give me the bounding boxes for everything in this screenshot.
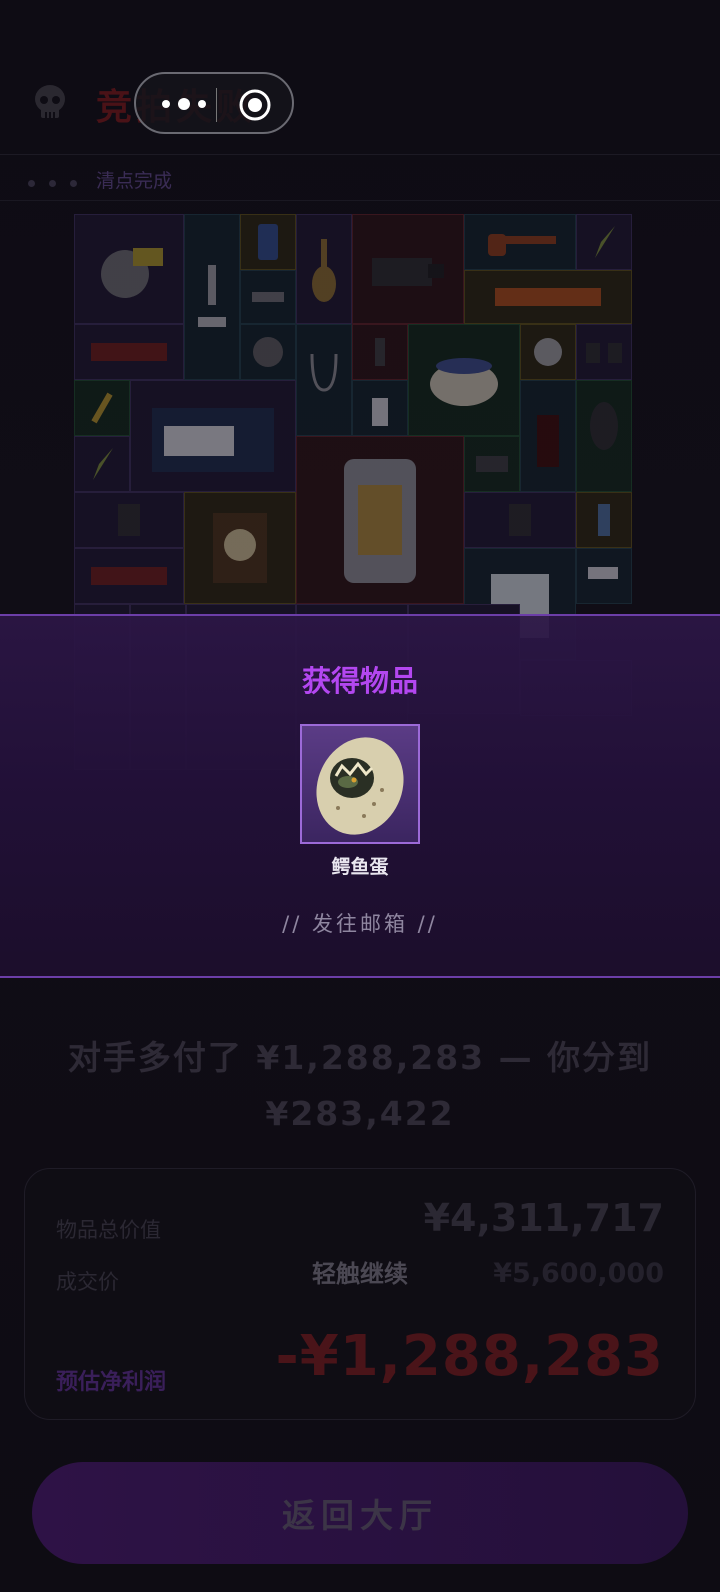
grid-cell-reactor: [296, 436, 464, 604]
result-summary: 对手多付了 ¥1,288,283 — 你分到 ¥283,422: [60, 1030, 660, 1142]
vase-icon: [312, 239, 336, 302]
capsule-separator: [216, 88, 217, 122]
circular-saw-icon: [101, 248, 163, 298]
device-icon: [252, 292, 284, 302]
status-divider: [0, 200, 720, 201]
pot-icon: [430, 358, 498, 406]
grid-cell-inhaler: [576, 492, 632, 548]
grid-cell-bottle: [352, 380, 408, 436]
reward-modal[interactable]: 获得物品 鳄鱼蛋 // 发往邮箱 //: [0, 614, 720, 978]
progress-dots: [28, 172, 91, 191]
wallet-icon: [118, 504, 140, 536]
tribal-mask-icon: [590, 402, 618, 450]
grid-cell-mask: [576, 380, 632, 492]
grid-cell-mirror: [520, 324, 576, 380]
grid-cell-phone: [240, 214, 296, 270]
grid-cell-gpu: [74, 324, 184, 380]
ink-bottle-icon: [537, 415, 559, 467]
card-icon: [476, 456, 508, 472]
grid-cell-battery: [130, 380, 296, 492]
grid-cell-gpu-2: [74, 548, 184, 604]
phone-icon: [258, 224, 278, 260]
total-value: ¥4,311,717: [423, 1196, 664, 1240]
crocodile-egg-icon: [316, 737, 404, 835]
grid-cell-ink: [520, 380, 576, 492]
grid-cell-stethoscope: [296, 324, 352, 436]
grid-cell-wallet-2: [464, 492, 576, 548]
video-camera-icon: [372, 258, 444, 286]
profit-value: -¥1,288,283: [275, 1324, 664, 1389]
reward-item-slot[interactable]: [300, 724, 420, 844]
modal-title: 获得物品: [301, 664, 418, 698]
wallet-icon: [509, 504, 531, 536]
bottle-icon: [372, 398, 388, 426]
flashlight-icon: [375, 338, 385, 366]
grid-cell-microscope: [184, 214, 240, 380]
grid-cell-flashlight: [352, 324, 408, 380]
auction-result-screen: 竞拍失败 清点完成: [0, 0, 720, 1592]
feather-icon: [595, 226, 615, 258]
clock-icon: [213, 513, 267, 583]
reward-item-name: 鳄鱼蛋: [331, 856, 389, 878]
screwdriver-icon: [91, 392, 113, 424]
skull-icon: [35, 85, 65, 118]
inhaler-icon: [598, 504, 610, 536]
profit-label: 预估净利润: [56, 1370, 167, 1395]
security-camera-icon: [588, 567, 618, 579]
graphics-card-icon: [91, 343, 167, 361]
status-text: 清点完成: [96, 170, 173, 192]
back-to-lobby-button[interactable]: 返回大厅: [32, 1462, 688, 1564]
microscope-icon: [198, 265, 226, 327]
grid-cell-card: [464, 436, 520, 492]
send-to-mailbox-link[interactable]: // 发往邮箱 //: [0, 908, 720, 938]
car-battery-icon: [152, 408, 274, 472]
grid-cell-binoculars: [576, 324, 632, 380]
grid-cell-camera: [352, 214, 464, 324]
more-options-icon[interactable]: [158, 92, 210, 116]
grid-cell-screwdriver: [74, 380, 130, 436]
header: 竞拍失败 清点完成: [0, 0, 720, 201]
summary-line-2: ¥283,422: [265, 1094, 455, 1133]
grid-cell-device: [240, 270, 296, 324]
summary-line-1: 对手多付了 ¥1,288,283 — 你分到: [67, 1038, 653, 1077]
tap-to-continue-hint[interactable]: 轻触继续: [0, 1254, 720, 1289]
grid-cell-feather: [576, 214, 632, 270]
close-target-icon[interactable]: [238, 88, 272, 122]
reactor-core-icon: [344, 459, 416, 583]
total-value-label: 物品总价值: [56, 1218, 161, 1242]
pipe-icon: [488, 234, 556, 256]
grid-cell-saw: [74, 214, 184, 324]
grid-cell-feather-2: [74, 436, 130, 492]
grid-cell-vase: [296, 214, 352, 324]
header-divider: [0, 154, 720, 155]
binoculars-icon: [586, 343, 622, 363]
graphics-card-icon: [91, 567, 167, 585]
grid-cell-wallet: [74, 492, 184, 548]
coin-icon: [253, 337, 283, 367]
feather-icon: [93, 448, 113, 480]
mini-program-capsule: [134, 72, 294, 134]
brick-icon: [495, 288, 601, 306]
grid-cell-clock: [184, 492, 296, 604]
grid-cell-cctv: [576, 548, 632, 604]
stethoscope-icon: [310, 353, 338, 392]
grid-cell-pot: [408, 324, 520, 436]
grid-cell-pipe: [464, 214, 576, 270]
grid-cell-lego: [464, 270, 632, 324]
back-to-lobby-label: 返回大厅: [282, 1497, 438, 1534]
mirror-icon: [534, 338, 562, 366]
grid-cell-coin: [240, 324, 296, 380]
